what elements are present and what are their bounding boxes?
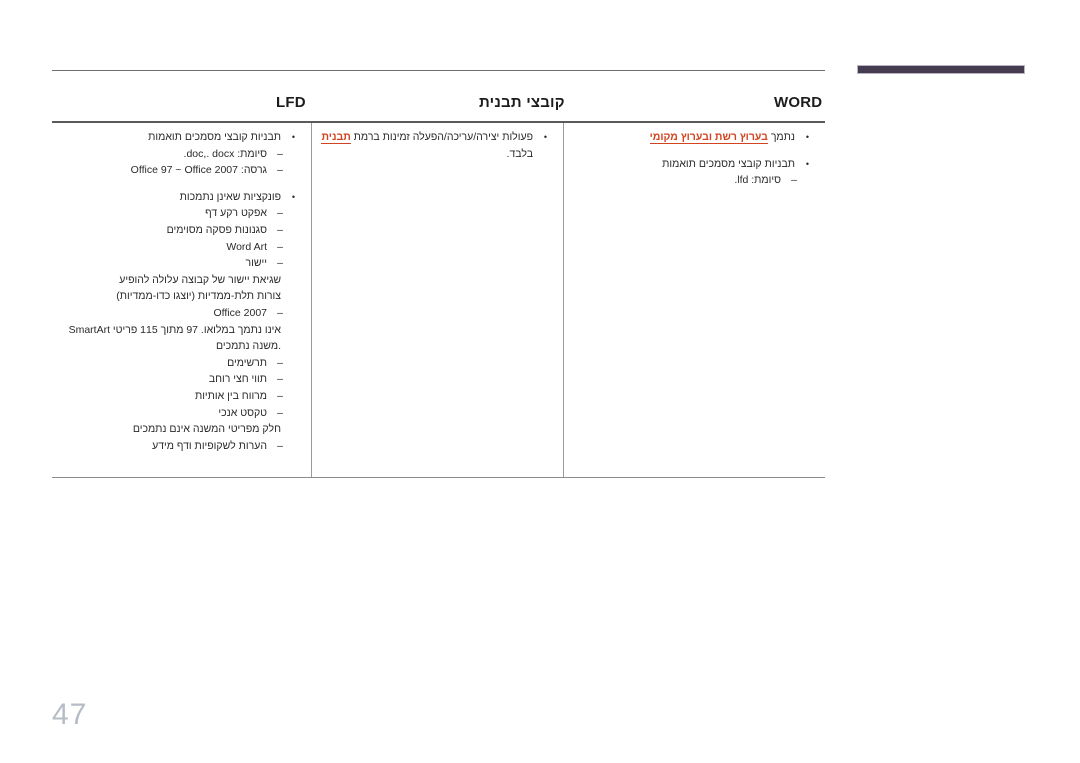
list-item-dash: מרווח בין אותיות	[60, 388, 303, 405]
list-item-text: צורות תלת-ממדיות (יוצגו כדו-ממדיות)	[116, 290, 281, 303]
table-column-lfd: נתמך בערוץ רשת ובערוץ מקומי תבניות קובצי …	[564, 123, 825, 477]
list-item-dash: תרשימים	[60, 355, 303, 372]
list-item-dash: טקסט אנכי	[60, 405, 303, 422]
list-item-dash: Word Art	[60, 239, 303, 256]
page-number: 47	[52, 698, 88, 731]
list-item-dash: הערות לשקופיות ודף מידע	[60, 438, 303, 455]
header-center: קובצי תבנית	[479, 94, 565, 111]
header-word: WORD	[774, 94, 823, 111]
list-item-dash: סיומת: doc,. docx.	[60, 146, 303, 163]
top-horizontal-rule	[52, 70, 825, 71]
list-item-bullet: תבניות קובצי מסמכים תואמות	[60, 129, 303, 146]
list-item-text-plain: נתמך	[767, 131, 795, 143]
list-item-text: SmartArt אינו נתמך במלואו. 97 מתוך 115 פ…	[68, 323, 281, 353]
list-item-bullet: נתמך בערוץ רשת ובערוץ מקומי	[572, 129, 817, 146]
list-item-dash: סיומת: lfd.	[572, 172, 817, 189]
table-column-word: תבניות קובצי מסמכים תואמותסיומת: doc,. d…	[52, 123, 311, 477]
highlighted-term: תבנית	[321, 131, 351, 144]
list-item-text: שגיאת יישור של קבוצה עלולה להופיע	[119, 273, 281, 286]
list-item-dash: יישור	[60, 255, 303, 272]
list-item-bullet: תבניות קובצי מסמכים תואמות	[572, 156, 817, 173]
list-item-text: חלק מפריטי המשנה אינם נתמכים	[132, 423, 281, 436]
list-item-text: בלבד.	[506, 147, 533, 160]
spec-table: נתמך בערוץ רשת ובערוץ מקומי תבניות קובצי …	[52, 121, 825, 478]
list-item-bullet: פונקציות שאינן נתמכות	[60, 189, 303, 206]
table-column-center: פעולות יצירה/עריכה/הפעלה זמינות ברמת תבנ…	[311, 123, 564, 477]
list-item-dash: תווי חצי רוחב	[60, 371, 303, 388]
top-accent-bar	[857, 65, 1025, 74]
list-item-dash: סגנונות פסקה מסוימים	[60, 222, 303, 239]
list-item-bullet: פעולות יצירה/עריכה/הפעלה זמינות ברמת תבנ…	[320, 129, 555, 146]
list-item-text-plain: פעולות יצירה/עריכה/הפעלה זמינות ברמת	[350, 131, 533, 143]
list-item-dash: גרסה: Office 97 ~ Office 2007	[60, 162, 303, 179]
table-headers: LFD קובצי תבנית WORD	[52, 94, 825, 120]
list-item-dash: Office 2007	[60, 305, 303, 322]
highlighted-term: בערוץ רשת ובערוץ מקומי	[649, 131, 768, 144]
header-lfd: LFD	[276, 94, 306, 111]
list-item-dash: אפקט רקע דף	[60, 205, 303, 222]
